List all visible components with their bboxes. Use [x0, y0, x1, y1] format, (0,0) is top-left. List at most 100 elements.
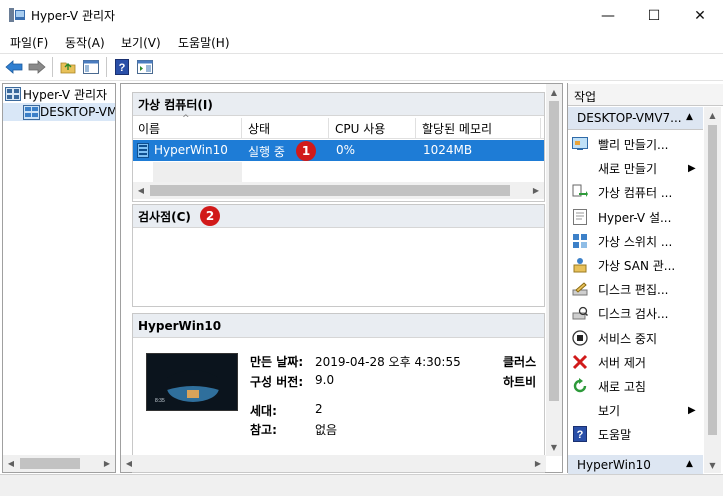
- clustered-label: 클러스: [503, 355, 537, 369]
- scroll-left-arrow-icon[interactable]: ◀: [121, 455, 137, 472]
- action-item[interactable]: Hyper-V 설...: [572, 205, 700, 229]
- toolbar-separator: [106, 57, 107, 77]
- collapse-up-icon[interactable]: ▲: [686, 459, 693, 469]
- vm-memory-cell: 1024MB: [423, 143, 473, 157]
- hyperv-app-icon: [9, 8, 25, 22]
- scroll-left-arrow-icon[interactable]: ◀: [3, 455, 19, 472]
- scroll-right-arrow-icon[interactable]: ▶: [99, 455, 115, 472]
- svg-text:?: ?: [119, 62, 126, 74]
- submenu-arrow-icon: ▶: [688, 404, 696, 416]
- quick-create-icon: [572, 136, 588, 152]
- hyperv-manager-icon: [5, 87, 23, 101]
- scroll-thumb[interactable]: [20, 458, 80, 469]
- menu-action[interactable]: 동작(A): [65, 34, 105, 51]
- menu-bar: [0, 31, 723, 53]
- toolbar-separator: [52, 57, 53, 77]
- edit-disk-icon: [572, 281, 588, 297]
- vm-thumbnail: 8:35: [146, 353, 238, 411]
- action-item[interactable]: ? 도움말: [572, 422, 700, 446]
- generation-label: 세대:: [250, 404, 277, 418]
- checkpoints-section-title: 검사점(C): [133, 205, 544, 228]
- virtual-san-icon: [572, 257, 588, 273]
- column-header-state[interactable]: 상태: [243, 118, 329, 139]
- collapse-up-icon[interactable]: ▲: [686, 112, 693, 122]
- created-date-value: 2019-04-28 오후 4:30:55: [315, 355, 461, 369]
- scroll-down-arrow-icon[interactable]: ▼: [704, 457, 721, 473]
- scroll-thumb[interactable]: [549, 101, 559, 401]
- tree-horizontal-scrollbar[interactable]: ◀ ▶: [3, 455, 115, 472]
- created-date-label: 만든 날짜:: [250, 355, 304, 369]
- status-bar: [0, 474, 723, 496]
- svg-text:8:35: 8:35: [155, 398, 165, 404]
- config-version-value: 9.0: [315, 373, 335, 387]
- scroll-down-arrow-icon[interactable]: ▼: [546, 439, 562, 455]
- action-item[interactable]: 디스크 편집...: [572, 277, 700, 301]
- center-horizontal-scrollbar[interactable]: ◀ ▶: [121, 455, 546, 472]
- action-item[interactable]: 서비스 중지: [572, 326, 700, 350]
- action-item[interactable]: 디스크 검사...: [572, 301, 700, 325]
- actions-group-host[interactable]: DESKTOP-VMV7... ▲: [568, 107, 703, 130]
- vm-section-title: 가상 컴퓨터(I): [133, 93, 544, 116]
- virtual-machine-icon: [137, 143, 149, 158]
- scroll-up-arrow-icon[interactable]: ▲: [546, 84, 562, 100]
- action-item[interactable]: 새로 고침: [572, 374, 700, 398]
- action-item[interactable]: 빨리 만들기...: [572, 132, 700, 156]
- column-header-memory[interactable]: 할당된 메모리: [417, 118, 541, 139]
- minimize-button[interactable]: —: [585, 0, 631, 31]
- back-arrow-icon[interactable]: [4, 57, 24, 77]
- actions-pane-title: 작업: [568, 84, 723, 106]
- forward-arrow-icon[interactable]: [27, 57, 47, 77]
- import-vm-icon: [572, 184, 588, 200]
- toolbar: [0, 53, 723, 81]
- sort-ascending-icon: ^: [182, 114, 190, 124]
- virtual-switch-icon: [572, 233, 588, 249]
- blank-icon-slot: [572, 402, 588, 418]
- scroll-right-arrow-icon[interactable]: ▶: [528, 182, 544, 199]
- action-item[interactable]: 서버 제거: [572, 350, 700, 374]
- up-folder-icon[interactable]: [58, 57, 78, 77]
- close-button[interactable]: ✕: [677, 0, 723, 31]
- svg-text:?: ?: [577, 429, 584, 441]
- action-item[interactable]: 새로 만들기 ▶: [572, 156, 700, 180]
- column-header-cpu[interactable]: CPU 사용: [330, 118, 416, 139]
- vm-list-horizontal-scrollbar[interactable]: ◀ ▶: [133, 182, 544, 199]
- action-item-label: 가상 컴퓨터 ...: [598, 185, 673, 200]
- help-icon[interactable]: ?: [112, 57, 132, 77]
- action-item[interactable]: 가상 스위치 ...: [572, 229, 700, 253]
- window-title: Hyper-V 관리자: [31, 9, 116, 23]
- action-item[interactable]: 보기 ▶: [572, 398, 700, 422]
- action-item[interactable]: 가상 컴퓨터 ...: [572, 180, 700, 204]
- scroll-thumb[interactable]: [708, 125, 717, 435]
- actions-group-vm-label: HyperWin10: [577, 457, 651, 472]
- annotation-badge-1: 1: [296, 141, 316, 161]
- action-item-label: 서비스 중지: [598, 331, 658, 346]
- action-item-label: 가상 스위치 ...: [598, 234, 673, 249]
- scroll-up-arrow-icon[interactable]: ▲: [704, 107, 721, 123]
- menu-view[interactable]: 보기(V): [121, 34, 161, 51]
- scroll-right-arrow-icon[interactable]: ▶: [530, 455, 546, 472]
- hyperv-settings-icon: [572, 209, 588, 225]
- config-version-label: 구성 버전:: [250, 375, 304, 389]
- action-item[interactable]: 가상 SAN 관...: [572, 253, 700, 277]
- actions-group-vm[interactable]: HyperWin10 ▲: [568, 455, 703, 475]
- show-hide-tree-icon[interactable]: [81, 57, 101, 77]
- scroll-left-arrow-icon[interactable]: ◀: [133, 182, 149, 199]
- tree-item-hyperv-manager[interactable]: Hyper-V 관리자: [3, 85, 115, 103]
- action-item-label: 새로 고침: [598, 379, 646, 394]
- blank-icon-slot: [572, 160, 588, 176]
- menu-help[interactable]: 도움말(H): [178, 34, 230, 51]
- action-item-label: 서버 제거: [598, 355, 646, 370]
- actions-vertical-scrollbar[interactable]: ▲ ▼: [704, 107, 721, 473]
- tree-item-desktop-host[interactable]: DESKTOP-VMV: [3, 103, 115, 121]
- tree-host-label: DESKTOP-VMV: [40, 105, 115, 119]
- help-icon: ?: [572, 426, 588, 442]
- actions-group-host-label: DESKTOP-VMV7...: [577, 111, 682, 125]
- scroll-thumb[interactable]: [150, 185, 510, 196]
- action-item-label: 가상 SAN 관...: [598, 258, 676, 273]
- center-vertical-scrollbar[interactable]: ▲ ▼: [546, 84, 562, 456]
- maximize-button[interactable]: ☐: [631, 0, 677, 31]
- menu-file[interactable]: 파일(F): [10, 34, 48, 51]
- vm-cpu-cell: 0%: [336, 143, 356, 157]
- show-hide-action-pane-icon[interactable]: [135, 57, 155, 77]
- notes-value: 없음: [315, 423, 338, 437]
